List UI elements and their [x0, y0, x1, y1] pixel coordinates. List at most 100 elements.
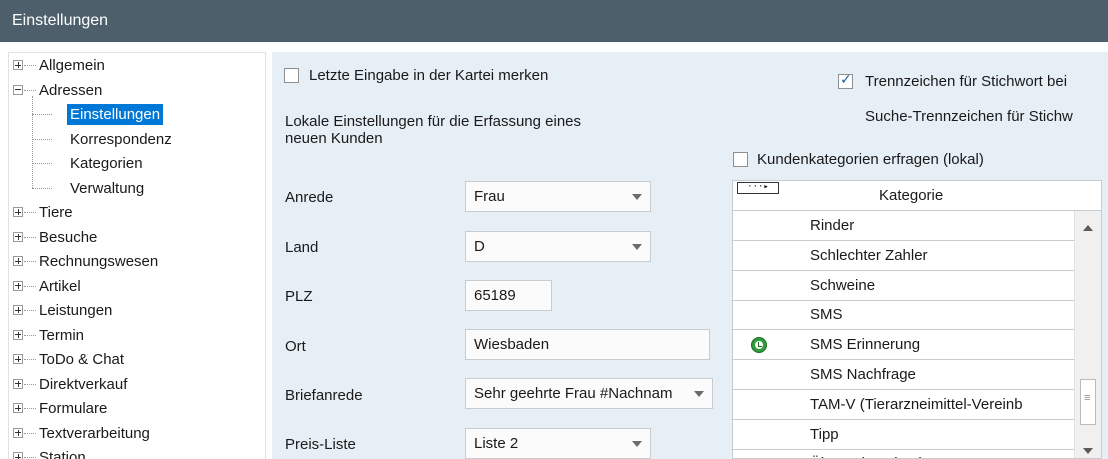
expand-icon[interactable] — [13, 305, 23, 315]
tree-item-label: Artikel — [39, 277, 81, 295]
grid-row[interactable]: Tipp — [733, 420, 1074, 450]
plz-label: PLZ — [285, 288, 313, 305]
tree-item[interactable]: Tiere — [9, 202, 265, 223]
chevron-down-icon — [632, 194, 642, 200]
expand-icon[interactable] — [13, 60, 23, 70]
scrollbar-thumb[interactable] — [1080, 379, 1096, 425]
tree-item-label: Formulare — [39, 400, 108, 417]
local-settings-heading-line1: Lokale Einstellungen für die Erfassung e… — [285, 113, 582, 130]
expand-icon[interactable] — [13, 354, 23, 364]
grid-header: ···▸ Kategorie — [733, 181, 1101, 211]
ask-categories-checkbox[interactable] — [733, 152, 748, 167]
scroll-down-icon[interactable] — [1083, 448, 1093, 454]
tree-item[interactable]: Verwaltung — [9, 178, 265, 199]
settings-content-panel: Letzte Eingabe in der Kartei merken Tren… — [272, 52, 1108, 459]
grid-row[interactable]: TAM-V (Tierarzneimittel-Vereinb — [733, 390, 1074, 420]
grid-row[interactable]: Überweisende Tierarzt — [733, 449, 1074, 458]
anrede-label: Anrede — [285, 189, 334, 206]
grid-cell-kategorie: SMS Nachfrage — [810, 366, 916, 383]
tree-item[interactable]: Rechnungswesen — [9, 251, 265, 272]
row-header-button[interactable]: ···▸ — [737, 182, 779, 194]
tree-item[interactable]: Textverarbeitung — [9, 423, 265, 444]
tree-item[interactable]: ToDo & Chat — [9, 349, 265, 370]
tree-item-label: Besuche — [39, 228, 98, 246]
preisliste-dropdown[interactable]: Liste 2 — [465, 428, 651, 459]
grid-cell-kategorie: Tipp — [810, 425, 839, 443]
separator-keyword-checkbox[interactable] — [838, 72, 853, 89]
tree-connector — [24, 65, 36, 66]
settings-tree[interactable]: Allgemein Adressen Einstellungen Korrespond… — [8, 52, 266, 459]
tree-item[interactable]: Direktverkauf — [9, 374, 265, 395]
expand-icon[interactable] — [13, 378, 23, 389]
ask-categories-label[interactable]: Kundenkategorien erfragen (lokal) — [757, 151, 984, 168]
tree-item[interactable]: Termin — [9, 325, 265, 346]
tree-item[interactable]: Station — [9, 447, 265, 459]
expand-icon[interactable] — [13, 427, 23, 438]
expand-icon[interactable] — [13, 329, 23, 340]
expand-icon[interactable] — [13, 231, 23, 242]
search-separator-label: Suche-Trennzeichen für Stichw — [865, 108, 1073, 125]
collapse-icon[interactable] — [13, 84, 23, 95]
anrede-dropdown[interactable]: Frau — [465, 181, 651, 212]
chevron-down-icon — [694, 391, 704, 397]
tree-connector — [32, 114, 52, 115]
tree-item[interactable]: Adressen — [9, 80, 265, 101]
grid-cell-kategorie: SMS Erinnerung — [810, 336, 921, 354]
tree-item[interactable]: Leistungen — [9, 300, 265, 321]
tree-item-label: Einstellungen — [67, 104, 164, 125]
briefanrede-label: Briefanrede — [285, 387, 363, 404]
expand-icon[interactable] — [13, 207, 23, 217]
category-grid[interactable]: ···▸ Kategorie Rinder Schlechter Zahler Sc… — [732, 180, 1102, 459]
expand-icon[interactable] — [13, 403, 23, 413]
tree-connector — [24, 457, 36, 458]
tree-item-label: Korrespondenz — [70, 130, 172, 148]
tree-connector — [24, 236, 36, 238]
briefanrede-dropdown[interactable]: Sehr geehrte Frau #Nachnam — [465, 378, 713, 409]
column-header-kategorie[interactable]: Kategorie — [879, 187, 943, 204]
expand-icon[interactable] — [13, 256, 23, 266]
tree-connector — [24, 212, 36, 213]
tree-item-label: Termin — [39, 326, 85, 344]
tree-item-label: Textverarbeitung — [39, 424, 150, 442]
remember-last-input-label[interactable]: Letzte Eingabe in der Kartei merken — [309, 67, 548, 84]
tree-connector — [24, 89, 36, 91]
expand-icon[interactable] — [13, 280, 23, 291]
tree-item-label: Allgemein — [39, 57, 105, 74]
tree-item[interactable]: Kategorien — [9, 153, 265, 174]
tree-item-label: Rechnungswesen — [39, 253, 159, 270]
scroll-up-icon[interactable] — [1083, 225, 1093, 231]
tree-connector — [24, 383, 36, 385]
tree-item[interactable]: Allgemein — [9, 55, 265, 76]
land-dropdown[interactable]: D — [465, 231, 651, 262]
grid-row[interactable]: SMS — [733, 300, 1074, 331]
tree-connector — [32, 95, 33, 188]
tree-item[interactable]: Formulare — [9, 398, 265, 419]
expand-icon[interactable] — [13, 452, 23, 459]
land-value: D — [474, 238, 485, 255]
window-title-bar: Einstellungen — [0, 0, 1108, 42]
tree-connector — [24, 432, 36, 434]
grid-cell-kategorie: SMS — [810, 306, 843, 324]
tree-item[interactable]: Korrespondenz — [9, 129, 265, 150]
separator-keyword-label[interactable]: Trennzeichen für Stichwort bei — [865, 73, 1067, 90]
tree-connector — [32, 163, 52, 164]
preisliste-label: Preis-Liste — [285, 436, 356, 453]
ort-value: Wiesbaden — [474, 336, 550, 353]
plz-input[interactable]: 65189 — [465, 280, 552, 311]
remember-last-input-checkbox[interactable] — [284, 68, 299, 83]
tree-item[interactable]: Besuche — [9, 227, 265, 248]
grid-row[interactable]: Rinder — [733, 211, 1074, 241]
preisliste-value: Liste 2 — [474, 435, 519, 452]
ort-input[interactable]: Wiesbaden — [465, 329, 710, 360]
tree-connector — [32, 187, 52, 189]
grid-row[interactable]: Schlechter Zahler — [733, 241, 1074, 271]
grid-row[interactable]: Schweine — [733, 271, 1074, 301]
grid-cell-kategorie: Schlechter Zahler — [810, 246, 928, 264]
plz-value: 65189 — [474, 287, 516, 304]
tree-item[interactable]: Einstellungen — [9, 104, 265, 125]
grid-scrollbar[interactable] — [1074, 211, 1101, 458]
grid-row[interactable]: SMS Nachfrage — [733, 360, 1074, 390]
grid-row[interactable]: SMS Erinnerung — [733, 330, 1074, 361]
tree-item[interactable]: Artikel — [9, 276, 265, 297]
window-title: Einstellungen — [12, 12, 109, 29]
